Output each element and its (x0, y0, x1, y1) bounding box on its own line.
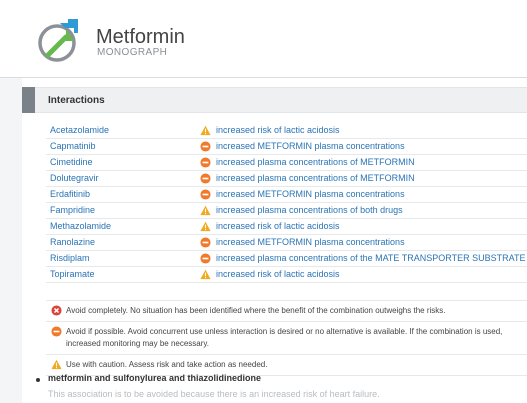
page-subtitle: MONOGRAPH (97, 47, 168, 58)
drug-link[interactable]: Erdafitinib (50, 189, 90, 199)
drug-link[interactable]: Topiramate (50, 269, 95, 279)
minus-circle-icon (200, 253, 211, 264)
interactions-section-header[interactable]: Interactions (22, 87, 527, 113)
drug-link[interactable]: Methazolamide (50, 221, 111, 231)
minus-circle-icon (200, 157, 211, 168)
legend-text: Avoid if possible. Avoid concurrent use … (66, 327, 503, 348)
legend-item: Avoid completely. No situation has been … (46, 300, 527, 321)
drug-link[interactable]: Risdiplam (50, 253, 90, 263)
drug-link[interactable]: Capmatinib (50, 141, 96, 151)
table-row: Topiramate increased risk of lactic acido… (46, 267, 527, 283)
legend-item: Avoid if possible. Avoid concurrent use … (46, 321, 527, 354)
minus-circle-icon (200, 173, 211, 184)
interaction-effect-link[interactable]: increased plasma concentrations of METFO… (216, 173, 415, 183)
note-text: This association is to be avoided becaus… (48, 389, 380, 399)
drug-link[interactable]: Ranolazine (50, 237, 95, 247)
warning-triangle-icon (200, 221, 211, 232)
legend-text: Avoid completely. No situation has been … (66, 306, 446, 315)
table-row: Risdiplam increased plasma concentrations… (46, 251, 527, 267)
table-row: Dolutegravir increased plasma concentrati… (46, 171, 527, 187)
section-accent-bar (22, 87, 35, 113)
interaction-effect-link[interactable]: increased METFORMIN plasma concentration… (216, 189, 405, 199)
warning-triangle-icon (200, 125, 211, 136)
drug-link[interactable]: Cimetidine (50, 157, 93, 167)
table-row: Capmatinib increased METFORMIN plasma con… (46, 139, 527, 155)
table-row: Fampridine increased plasma concentration… (46, 203, 527, 219)
interaction-effect-link[interactable]: increased METFORMIN plasma concentration… (216, 141, 405, 151)
table-row: Acetazolamide increased risk of lactic ac… (46, 123, 527, 139)
legend-text: Use with caution. Assess risk and take a… (66, 360, 268, 369)
table-row: Ranolazine increased METFORMIN plasma con… (46, 235, 527, 251)
monograph-header: Metformin MONOGRAPH (0, 0, 527, 78)
interaction-effect-link[interactable]: increased plasma concentrations of METFO… (216, 157, 415, 167)
severity-legend: Avoid completely. No situation has been … (46, 300, 527, 376)
table-row: Erdafitinib increased METFORMIN plasma co… (46, 187, 527, 203)
table-row: Cimetidine increased plasma concentration… (46, 155, 527, 171)
drug-link[interactable]: Acetazolamide (50, 125, 109, 135)
interaction-effect-link[interactable]: increased risk of lactic acidosis (216, 269, 340, 279)
interaction-effect-link[interactable]: increased risk of lactic acidosis (216, 221, 340, 231)
note-title: metformin and sulfonylurea and thiazolid… (48, 373, 262, 383)
interaction-effect-link[interactable]: increased risk of lactic acidosis (216, 125, 340, 135)
drug-link[interactable]: Dolutegravir (50, 173, 99, 183)
minus-circle-icon (200, 189, 211, 200)
page-title: Metformin (96, 26, 185, 48)
interaction-effect-link[interactable]: increased plasma concentrations of both … (216, 205, 403, 215)
warning-triangle-icon (200, 205, 211, 216)
table-row: Methazolamide increased risk of lactic ac… (46, 219, 527, 235)
bullet (36, 378, 40, 382)
minus-circle-icon (51, 326, 62, 337)
section-title: Interactions (48, 95, 105, 106)
minus-circle-icon (200, 141, 211, 152)
drug-link[interactable]: Fampridine (50, 205, 95, 215)
warning-triangle-icon (200, 269, 211, 280)
interactions-table: Acetazolamide increased risk of lactic ac… (46, 123, 527, 283)
interaction-effect-link[interactable]: increased plasma concentrations of the M… (216, 253, 525, 263)
warning-triangle-icon (51, 359, 62, 370)
x-circle-icon (51, 305, 62, 316)
interaction-effect-link[interactable]: increased METFORMIN plasma concentration… (216, 237, 405, 247)
minus-circle-icon (200, 237, 211, 248)
arrows-logo-icon (38, 19, 78, 62)
